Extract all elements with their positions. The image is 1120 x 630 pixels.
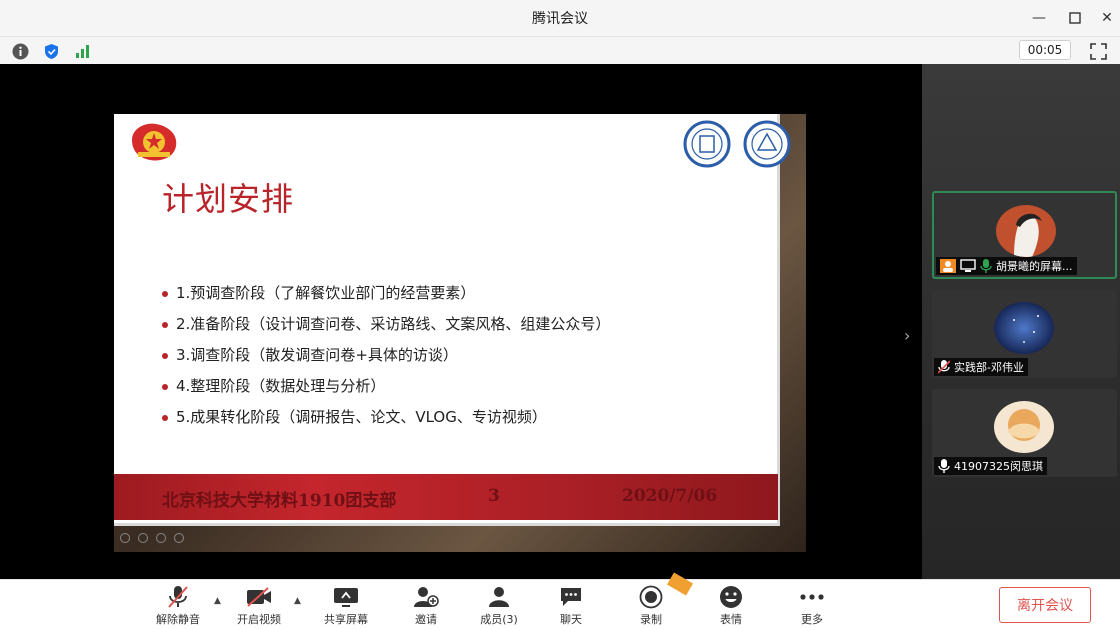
slide-bullet: 1.预调查阶段（了解餐饮业部门的经营要素） bbox=[162, 278, 610, 309]
signal-strength-icon[interactable] bbox=[74, 43, 91, 60]
record-icon bbox=[638, 584, 664, 610]
participant-tile[interactable]: 实践部-邓伟业 bbox=[932, 290, 1117, 378]
invite-user-icon bbox=[413, 584, 439, 610]
slide-prev-icon[interactable] bbox=[120, 533, 130, 543]
share-screen-label: 共享屏幕 bbox=[324, 613, 368, 626]
university-seal-left-icon bbox=[683, 120, 731, 168]
screen-share-icon bbox=[960, 259, 976, 272]
slide-controls bbox=[114, 530, 264, 546]
slide-play-icon[interactable] bbox=[138, 533, 148, 543]
more-dots-icon bbox=[799, 584, 825, 610]
slide-bullet: 2.准备阶段（设计调查问卷、采访路线、文案风格、组建公众号） bbox=[162, 309, 610, 340]
share-screen-icon bbox=[333, 584, 359, 610]
participant-namebar: 41907325闵思琪 bbox=[934, 457, 1047, 475]
chat-bubble-icon bbox=[558, 584, 584, 610]
participant-name: 41907325闵思琪 bbox=[954, 460, 1043, 473]
leave-meeting-button[interactable]: 离开会议 bbox=[999, 587, 1091, 623]
participant-tile[interactable]: 胡景曦的屏幕... bbox=[932, 191, 1117, 279]
slide-bullet: 3.调查阶段（散发调查问卷+具体的访谈） bbox=[162, 340, 610, 371]
more-button[interactable]: 更多 bbox=[782, 584, 842, 628]
status-row bbox=[0, 36, 1120, 64]
security-shield-icon[interactable] bbox=[43, 43, 60, 60]
title-bar: 腾讯会议 — ✕ bbox=[0, 0, 1120, 36]
slide-title: 计划安排 bbox=[162, 180, 295, 218]
university-seal-right-icon bbox=[743, 120, 791, 168]
invite-label: 邀请 bbox=[415, 613, 437, 626]
chat-label: 聊天 bbox=[560, 613, 582, 626]
slide-bullet: 4.整理阶段（数据处理与分析） bbox=[162, 371, 610, 402]
close-icon[interactable]: ✕ bbox=[1090, 0, 1120, 36]
participant-name: 胡景曦的屏幕... bbox=[996, 260, 1073, 273]
members-button[interactable]: 成员(3) bbox=[469, 584, 529, 628]
slide-footer-date: 2020/7/06 bbox=[622, 486, 718, 506]
microphone-icon bbox=[938, 459, 950, 473]
minimize-icon[interactable]: — bbox=[1022, 0, 1056, 36]
audio-options-caret-icon[interactable]: ▲ bbox=[214, 596, 224, 606]
video-off-icon bbox=[246, 584, 272, 610]
meeting-timer: 00:05 bbox=[1019, 40, 1071, 60]
more-label: 更多 bbox=[801, 613, 823, 626]
meeting-toolbar: 解除静音 ▲ 开启视频 ▲ 共享屏幕 邀请 成员(3) 聊天 录制 表情 更多 bbox=[0, 579, 1120, 630]
emoji-icon bbox=[718, 584, 744, 610]
members-label: 成员(3) bbox=[480, 613, 518, 626]
unmute-button[interactable]: 解除静音 bbox=[148, 584, 208, 628]
maximize-icon[interactable] bbox=[1058, 0, 1092, 36]
record-label: 录制 bbox=[640, 613, 662, 626]
slide-zoom-icon[interactable] bbox=[174, 533, 184, 543]
unmute-label: 解除静音 bbox=[156, 613, 200, 626]
participant-namebar: 实践部-邓伟业 bbox=[934, 358, 1028, 376]
slide-page-number: 3 bbox=[488, 486, 500, 506]
record-button[interactable]: 录制 bbox=[621, 584, 681, 628]
microphone-muted-icon bbox=[938, 360, 950, 374]
video-options-caret-icon[interactable]: ▲ bbox=[294, 596, 304, 606]
window-title: 腾讯会议 bbox=[532, 11, 588, 27]
fullscreen-icon[interactable] bbox=[1090, 43, 1107, 60]
microphone-muted-icon bbox=[165, 584, 191, 610]
slide-footer-org: 北京科技大学材料1910团支部 bbox=[162, 491, 397, 511]
avatar bbox=[994, 302, 1054, 354]
chevron-right-icon[interactable]: › bbox=[904, 326, 910, 345]
reactions-label: 表情 bbox=[720, 613, 742, 626]
microphone-on-icon bbox=[980, 259, 992, 273]
host-icon bbox=[940, 259, 956, 273]
reactions-button[interactable]: 表情 bbox=[701, 584, 761, 628]
share-screen-button[interactable]: 共享屏幕 bbox=[316, 584, 376, 628]
participant-name: 实践部-邓伟业 bbox=[954, 361, 1024, 374]
info-icon[interactable] bbox=[12, 43, 29, 60]
avatar bbox=[994, 401, 1054, 453]
members-icon bbox=[486, 584, 512, 610]
start-video-button[interactable]: 开启视频 bbox=[229, 584, 289, 628]
start-video-label: 开启视频 bbox=[237, 613, 281, 626]
presentation-slide: 计划安排 1.预调查阶段（了解餐饮业部门的经营要素） 2.准备阶段（设计调查问卷… bbox=[114, 114, 791, 526]
participant-namebar: 胡景曦的屏幕... bbox=[936, 257, 1077, 275]
slide-bullet-list: 1.预调查阶段（了解餐饮业部门的经营要素） 2.准备阶段（设计调查问卷、采访路线… bbox=[162, 278, 610, 433]
invite-button[interactable]: 邀请 bbox=[396, 584, 456, 628]
slide-pen-icon[interactable] bbox=[156, 533, 166, 543]
slide-footer: 北京科技大学材料1910团支部 3 2020/7/06 bbox=[114, 474, 778, 520]
participant-tile[interactable]: 41907325闵思琪 bbox=[932, 389, 1117, 477]
youth-league-emblem-icon bbox=[132, 123, 177, 161]
slide-bullet: 5.成果转化阶段（调研报告、论文、VLOG、专访视频） bbox=[162, 402, 610, 433]
chat-button[interactable]: 聊天 bbox=[541, 584, 601, 628]
avatar bbox=[996, 205, 1056, 257]
